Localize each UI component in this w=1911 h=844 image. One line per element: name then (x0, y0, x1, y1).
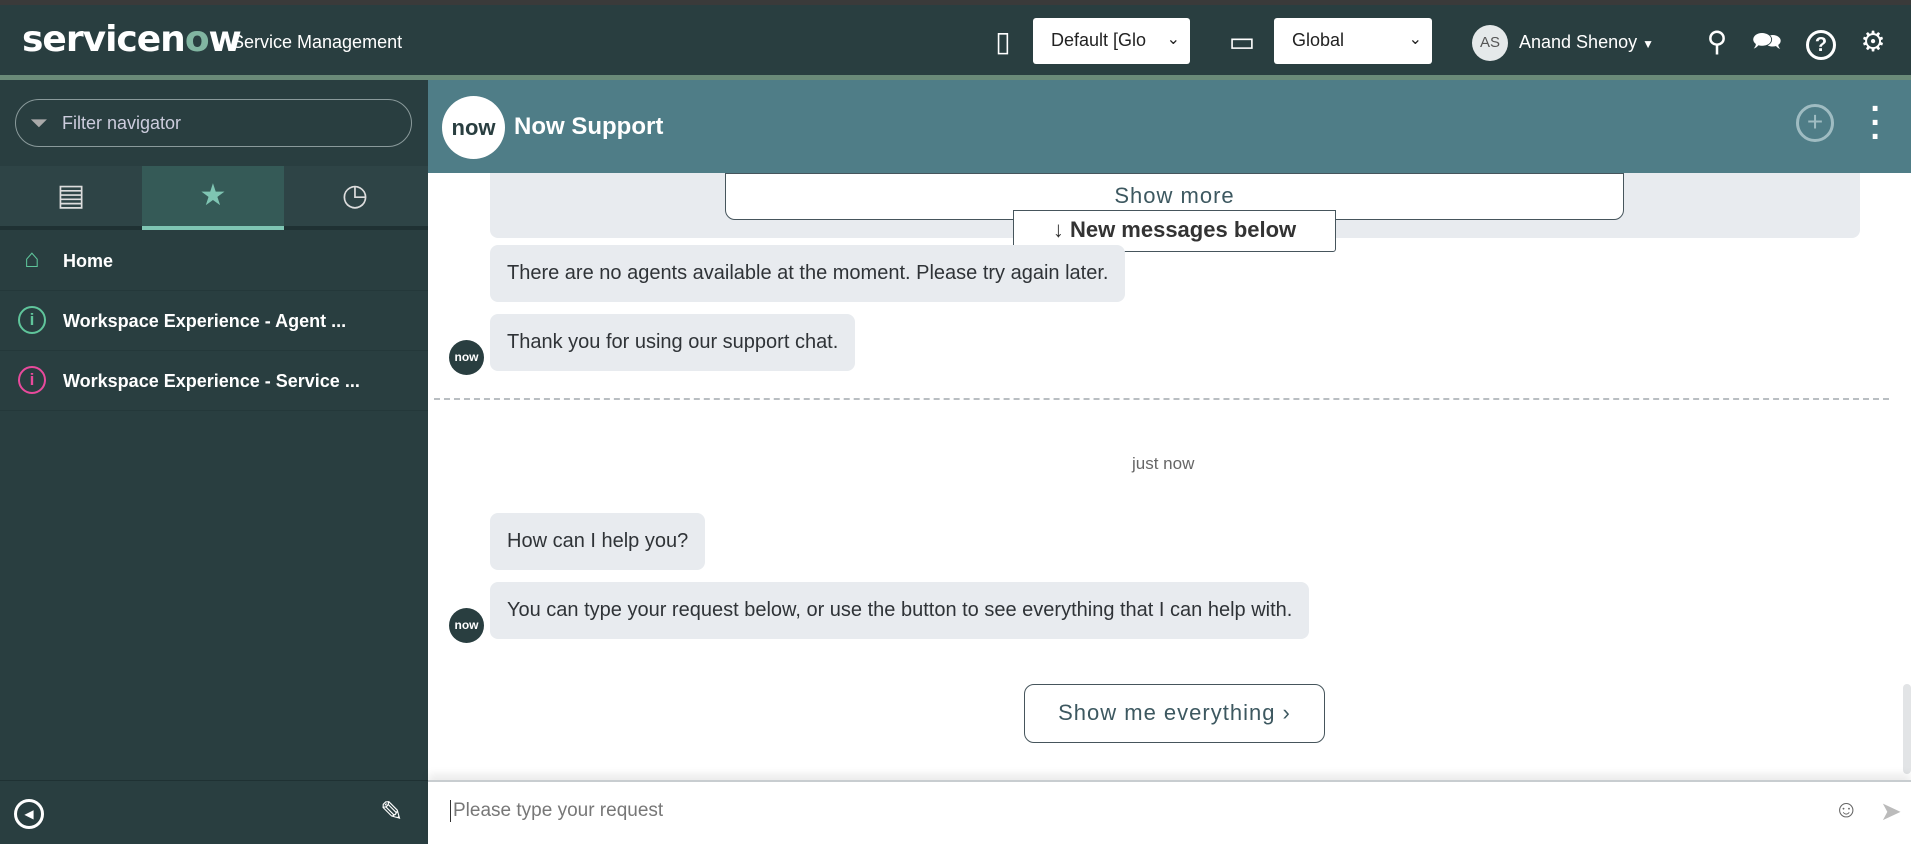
product-name: Service Management (232, 32, 403, 52)
tab-all-applications[interactable]: ▤ (0, 166, 142, 230)
info-icon: i (18, 366, 46, 394)
bot-avatar: now (449, 340, 484, 375)
chat-message: How can I help you? (490, 513, 706, 570)
sidebar-item-home[interactable]: ⌂ Home (0, 231, 428, 291)
archive-icon: ▤ (56, 179, 86, 212)
gear-icon[interactable]: ⚙ (1856, 25, 1890, 59)
scope-select[interactable]: Global ⌄ (1274, 18, 1432, 64)
search-icon[interactable]: ⚲ (1700, 25, 1734, 59)
scope-value: Global (1292, 30, 1345, 50)
application-scope-icon[interactable]: ▭ (1225, 25, 1259, 59)
sidebar-item-label: Home (63, 251, 114, 271)
tab-history[interactable]: ◷ (284, 166, 426, 230)
chat-input-bar: Please type your request ☺ ➤ (428, 780, 1911, 844)
sidebar-item-workspace-agent[interactable]: i Workspace Experience - Agent ... (0, 291, 428, 351)
info-icon: i (18, 306, 46, 334)
user-menu[interactable]: Anand Shenoy ▼ (1519, 32, 1654, 53)
send-icon[interactable]: ➤ (1880, 796, 1902, 827)
help-icon[interactable]: ? (1804, 25, 1838, 60)
more-options-icon[interactable]: · · · (1866, 92, 1886, 154)
chevron-down-icon: ⌄ (1166, 31, 1180, 48)
new-conversation-icon[interactable]: + (1796, 104, 1834, 142)
sidebar-item-label: Workspace Experience - Agent ... (63, 311, 347, 331)
navigator-sidebar: ⏷ Filter navigator ▤ ★ ◷ ⌂ Home i Workspace… (0, 80, 428, 844)
top-banner: servicenow Service Management ▯ Default … (0, 5, 1911, 76)
home-icon: ⌂ (24, 243, 40, 273)
sidebar-item-workspace-service[interactable]: i Workspace Experience - Service ... (0, 351, 428, 411)
bot-avatar: now (449, 608, 484, 643)
connect-chat-icon[interactable]: 🗪 (1750, 25, 1784, 59)
servicenow-logo[interactable]: servicenow (22, 19, 242, 60)
chat-header: now Now Support + · · · (428, 80, 1911, 173)
star-icon: ★ (199, 179, 227, 212)
chat-scrollbar[interactable] (1903, 684, 1911, 774)
filter-icon: ⏷ (30, 110, 48, 135)
filter-placeholder: Filter navigator (62, 113, 182, 133)
collapse-navigator-icon[interactable]: ◀ (14, 799, 44, 829)
user-name: Anand Shenoy (1519, 32, 1638, 52)
chat-message: Thank you for using our support chat. (490, 314, 856, 371)
chat-message: There are no agents available at the mom… (490, 245, 1126, 302)
clock-icon: ◷ (341, 179, 369, 212)
tab-favorites[interactable]: ★ (142, 166, 284, 230)
update-set-value: Default [Glo (1051, 30, 1147, 50)
caret-down-icon: ▼ (1642, 37, 1655, 51)
now-logo: now (442, 96, 505, 159)
timestamp: just now (1132, 454, 1195, 473)
avatar[interactable]: AS (1472, 25, 1508, 61)
show-me-everything-button[interactable]: Show me everything › (1024, 684, 1325, 743)
emoji-icon[interactable]: ☺ (1834, 796, 1859, 824)
chat-title: Now Support (514, 113, 664, 140)
update-set-select[interactable]: Default [Glo ⌄ (1033, 18, 1190, 64)
conversation-divider (434, 398, 1889, 400)
sidebar-footer: ◀ ✎ (0, 780, 428, 844)
sidebar-item-label: Workspace Experience - Service ... (63, 371, 360, 391)
chevron-down-icon: ⌄ (1408, 31, 1422, 48)
chat-message: You can type your request below, or use … (490, 582, 1310, 639)
filter-navigator-input[interactable]: ⏷ Filter navigator (15, 99, 412, 147)
chat-input[interactable]: Please type your request (450, 800, 1750, 822)
update-set-icon[interactable]: ▯ (986, 25, 1020, 59)
edit-pencil-icon[interactable]: ✎ (380, 795, 403, 828)
navigator-tabs: ▤ ★ ◷ (0, 166, 428, 230)
